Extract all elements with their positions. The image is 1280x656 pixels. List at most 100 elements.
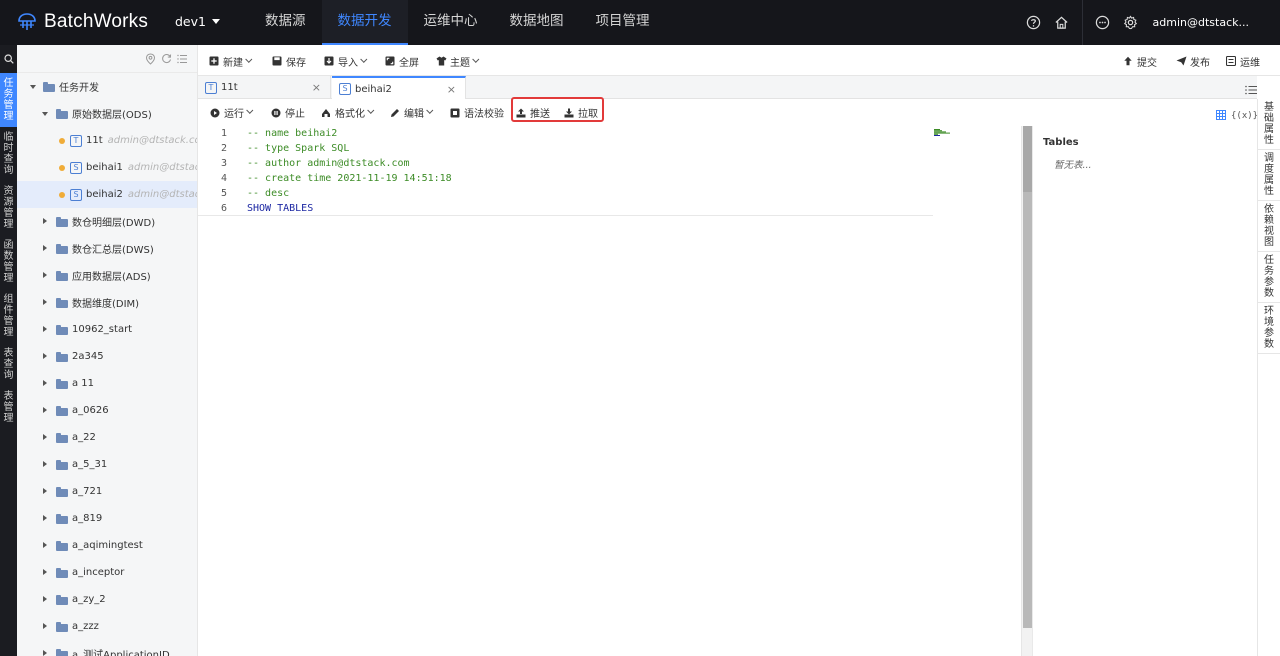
tab-list-icon[interactable] [1245, 84, 1257, 95]
caret-right-icon[interactable] [43, 488, 47, 494]
user-menu[interactable]: admin@dtstack... [1153, 16, 1249, 29]
caret-right-icon[interactable] [43, 461, 47, 467]
strip-glyph: 查 [3, 359, 14, 370]
caret-right-icon[interactable] [43, 326, 47, 332]
nav-data-dev[interactable]: 数据开发 [321, 0, 408, 45]
tree-folder[interactable]: 数据维度(DIM) [17, 289, 197, 316]
nav-datasource[interactable]: 数据源 [249, 0, 322, 45]
new-button[interactable]: 新建 [209, 54, 253, 69]
caret-right-icon[interactable] [43, 299, 47, 305]
refresh-icon[interactable] [161, 53, 173, 65]
caret-right-icon[interactable] [43, 380, 47, 386]
scrollbar-thumb[interactable] [1023, 126, 1032, 192]
strip-table-query[interactable]: 表查询 [0, 343, 17, 386]
tree-folder[interactable]: a_inceptor [17, 559, 197, 586]
edit-button[interactable]: 编辑 [390, 106, 434, 120]
caret-right-icon[interactable] [43, 434, 47, 440]
strip-component-mgmt[interactable]: 组件管理 [0, 289, 17, 343]
caret-right-icon[interactable] [43, 650, 47, 656]
format-button[interactable]: 格式化 [321, 106, 375, 120]
nav-project-mgmt[interactable]: 项目管理 [580, 0, 666, 45]
fullscreen-button[interactable]: 全屏 [385, 54, 419, 69]
run-button[interactable]: 运行 [210, 106, 254, 120]
submit-button[interactable]: 提交 [1123, 54, 1157, 69]
nav-data-map[interactable]: 数据地图 [494, 0, 580, 45]
caret-right-icon[interactable] [43, 596, 47, 602]
help-icon[interactable] [1020, 0, 1048, 45]
tree-folder[interactable]: a_721 [17, 478, 197, 505]
strip-table-mgmt[interactable]: 表管理 [0, 386, 17, 429]
publish-button[interactable]: 发布 [1176, 54, 1210, 69]
tab-env-params[interactable]: 环境参数 [1258, 303, 1280, 354]
tab-dependency-view[interactable]: 依赖视图 [1258, 201, 1280, 252]
sql-editor[interactable]: 1 -- name beihai2 2 -- type Spark SQL 3 -- … [198, 126, 1021, 656]
syntax-check-button[interactable]: 语法校验 [450, 106, 504, 120]
code-line: 6 SHOW TABLES [198, 201, 933, 216]
strip-resource-mgmt[interactable]: 资源管理 [0, 181, 17, 235]
strip-function-mgmt[interactable]: 函数管理 [0, 235, 17, 289]
right-property-strip: 基础属性 调度属性 依赖视图 任务参数 环境参数 [1257, 99, 1280, 656]
tree-folder[interactable]: a_aqimingtest [17, 532, 197, 559]
tree-root[interactable]: 任务开发 [17, 73, 197, 100]
tree-file-beihai1[interactable]: S beihai1 admin@dtstack.com [17, 154, 197, 181]
message-icon[interactable] [1089, 0, 1117, 45]
gear-icon[interactable] [1117, 0, 1145, 45]
close-icon[interactable]: × [312, 81, 321, 94]
tree-folder[interactable]: 10962_start [17, 316, 197, 343]
strip-glyph: 调 [1264, 153, 1274, 164]
strip-task-mgmt[interactable]: 任务管理 [0, 73, 17, 127]
tree-folder[interactable]: 数仓明细层(DWD) [17, 208, 197, 235]
code-minimap[interactable] [934, 128, 960, 136]
tree-folder[interactable]: a_测试ApplicationID [17, 640, 197, 656]
editor-scrollbar[interactable] [1021, 126, 1032, 656]
caret-right-icon[interactable] [43, 542, 47, 548]
caret-down-icon[interactable] [30, 85, 36, 89]
tree-folder[interactable]: a 11 [17, 370, 197, 397]
ops-button[interactable]: 运维 [1225, 54, 1260, 69]
save-button[interactable]: 保存 [272, 54, 306, 69]
home-icon[interactable] [1048, 0, 1076, 45]
caret-right-icon[interactable] [43, 569, 47, 575]
strip-temp-query[interactable]: 临时查询 [0, 127, 17, 181]
caret-right-icon[interactable] [43, 272, 47, 278]
table-icon[interactable] [1216, 109, 1226, 123]
caret-down-icon[interactable] [42, 112, 48, 116]
project-select[interactable]: dev1 [175, 14, 220, 29]
tab-basic-props[interactable]: 基础属性 [1258, 99, 1280, 150]
tree-folder-ods[interactable]: 原始数据层(ODS) [17, 100, 197, 127]
tree-folder[interactable]: a_819 [17, 505, 197, 532]
app-logo[interactable]: BatchWorks [17, 11, 148, 33]
theme-button[interactable]: 主题 [436, 54, 480, 69]
caret-right-icon[interactable] [43, 353, 47, 359]
tree-folder-label: a_zzz [72, 621, 99, 632]
tree-file-beihai2[interactable]: S beihai2 admin@dtstack.com [17, 181, 197, 208]
caret-right-icon[interactable] [43, 407, 47, 413]
caret-right-icon[interactable] [43, 623, 47, 629]
caret-right-icon[interactable] [43, 218, 47, 224]
close-icon[interactable]: × [447, 83, 456, 96]
stop-button[interactable]: 停止 [271, 106, 305, 120]
tab-task-params[interactable]: 任务参数 [1258, 252, 1280, 303]
tab-11t[interactable]: T 11t × [198, 76, 331, 99]
tree-folder[interactable]: a_0626 [17, 397, 197, 424]
tab-schedule-props[interactable]: 调度属性 [1258, 150, 1280, 201]
tree-folder[interactable]: a_5_31 [17, 451, 197, 478]
import-button[interactable]: 导入 [324, 54, 368, 69]
strip-glyph: 管 [3, 316, 14, 327]
tree-folder[interactable]: 应用数据层(ADS) [17, 262, 197, 289]
variable-icon[interactable]: {(x)} [1231, 111, 1258, 121]
list-icon[interactable] [177, 53, 189, 65]
nav-ops-center[interactable]: 运维中心 [408, 0, 494, 45]
search-icon[interactable] [0, 45, 17, 73]
tree-folder[interactable]: a_zzz [17, 613, 197, 640]
tree-folder[interactable]: a_zy_2 [17, 586, 197, 613]
tab-beihai2[interactable]: S beihai2 × [332, 76, 466, 100]
locate-icon[interactable] [145, 53, 157, 65]
tree-folder[interactable]: a_22 [17, 424, 197, 451]
strip-label: 临时查询 [0, 132, 17, 176]
tree-folder[interactable]: 数仓汇总层(DWS) [17, 235, 197, 262]
caret-right-icon[interactable] [43, 245, 47, 251]
caret-right-icon[interactable] [43, 515, 47, 521]
tree-file-11t[interactable]: T 11t admin@dtstack.com [17, 127, 197, 154]
tree-folder[interactable]: 2a345 [17, 343, 197, 370]
